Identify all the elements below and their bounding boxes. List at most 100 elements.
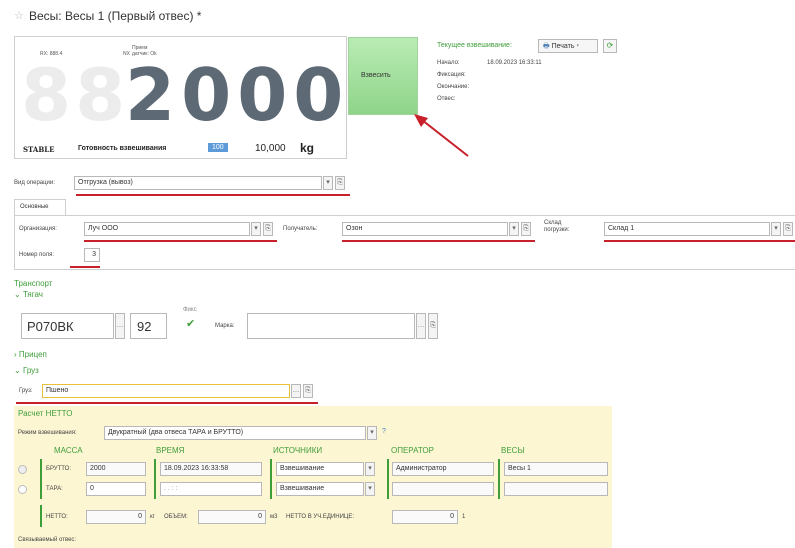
brand-label: Марка:: [215, 323, 235, 329]
brand-open-button[interactable]: ⎘: [428, 313, 438, 339]
mode-select[interactable]: Двукратный (два отвеса ТАРА и БРУТТО): [104, 426, 366, 440]
tara-scales: [504, 482, 608, 496]
scale-indicator: RX: 888.4 NX Прием датчик: Ok 88 2000 ST…: [14, 36, 347, 159]
annotation-underline-org: [84, 240, 277, 242]
org-field[interactable]: Луч ООО: [84, 222, 250, 236]
print-button[interactable]: 🖶 Печать ▾: [538, 39, 598, 53]
recipient-field[interactable]: Озон: [342, 222, 508, 236]
brand-field[interactable]: [247, 313, 415, 339]
plate-select-button[interactable]: …: [115, 313, 125, 339]
trailer-header: Прицеп: [18, 350, 47, 359]
tractor-group-toggle[interactable]: ⌄ Тягач: [14, 290, 43, 299]
operation-label: Вид операции:: [14, 180, 55, 186]
brutto-radio[interactable]: [18, 465, 27, 474]
cargo-field[interactable]: Пшено: [42, 384, 290, 398]
region-value: 92: [137, 319, 152, 334]
tara-source-dropdown[interactable]: ▾: [365, 482, 375, 496]
brutto-value[interactable]: 2000: [86, 462, 146, 476]
mode-help-icon[interactable]: ?: [382, 428, 386, 435]
tara-operator: [392, 482, 494, 496]
col-time-header: ВРЕМЯ: [156, 446, 185, 455]
org-label: Организация:: [19, 226, 57, 232]
tara-time: . . : :: [160, 482, 262, 496]
current-weighing-header: Текущее взвешивание:: [437, 42, 512, 49]
start-label: Начало:: [437, 60, 460, 66]
linked-weighing-label: Связываемый отвес:: [18, 537, 77, 543]
volume-label: ОБЪЕМ:: [164, 514, 188, 520]
warehouse-open-button[interactable]: ⎘: [783, 222, 793, 236]
weigh-button-label: Взвесить: [361, 72, 391, 79]
end-label: Окончание:: [437, 84, 470, 90]
mode-dropdown-button[interactable]: ▾: [367, 426, 377, 440]
region-field[interactable]: 92: [130, 313, 167, 339]
netto-header: Расчет НЕТТО: [18, 409, 73, 418]
mass-bracket: [40, 459, 42, 499]
fix-label: Фикс: [183, 307, 197, 313]
cargo-label: Груз:: [19, 388, 33, 394]
col-sources-header: ИСТОЧНИКИ: [273, 446, 323, 455]
sources-bracket: [270, 459, 272, 499]
volume-unit: м3: [270, 514, 278, 520]
brutto-source-dropdown[interactable]: ▾: [365, 462, 375, 476]
transport-header: Транспорт: [14, 279, 53, 288]
chevron-down-icon: ⌄: [14, 366, 21, 375]
weigh-button[interactable]: Взвесить: [348, 37, 418, 115]
window-title: Весы: Весы 1 (Первый отвес) *: [29, 9, 202, 23]
recipient-dropdown-button[interactable]: ▾: [509, 222, 519, 236]
col-operator-header: ОПЕРАТОР: [391, 446, 434, 455]
brutto-label: БРУТТО:: [46, 466, 72, 472]
plate-field[interactable]: Р070ВК: [21, 313, 114, 339]
fix-checkbox[interactable]: ✔: [186, 319, 196, 330]
netto-value: 0: [86, 510, 146, 524]
unit-netto-label: НЕТТО В УЧ.ЕДИНИЦЕ:: [286, 514, 355, 520]
brutto-source[interactable]: Взвешивание: [276, 462, 364, 476]
netto-unit: кг: [150, 514, 155, 520]
annotation-underline-cargo: [16, 402, 318, 404]
cargo-open-button[interactable]: ⎘: [303, 384, 313, 398]
operation-open-button[interactable]: ⎘: [335, 176, 345, 190]
stable-indicator: STABLE: [23, 145, 55, 154]
annotation-underline-warehouse: [604, 240, 795, 242]
brand-select-button[interactable]: …: [416, 313, 426, 339]
tara-source[interactable]: Взвешивание: [276, 482, 364, 496]
netto-bracket: [40, 505, 42, 527]
warehouse-field[interactable]: Склад 1: [604, 222, 770, 236]
weight-unit: kg: [300, 141, 315, 155]
fixation-label: Фиксация:: [437, 72, 466, 78]
cargo-group-toggle[interactable]: ⌄ Груз: [14, 366, 39, 375]
org-open-button[interactable]: ⎘: [263, 222, 273, 236]
trailer-group-toggle[interactable]: › Прицеп: [14, 350, 47, 359]
tara-value[interactable]: 0: [86, 482, 146, 496]
annotation-arrow: [414, 114, 469, 157]
capacity-value: 10,000: [255, 143, 286, 154]
recipient-label: Получатель:: [283, 226, 318, 232]
col-scales-header: ВЕСЫ: [501, 446, 525, 455]
plate-value: Р070ВК: [27, 319, 74, 334]
annotation-underline-field-number: [70, 266, 100, 268]
tab-main[interactable]: Основные: [14, 199, 66, 216]
tara-radio[interactable]: [18, 485, 27, 494]
org-dropdown-button[interactable]: ▾: [251, 222, 261, 236]
weighing-label: Отвес:: [437, 96, 456, 102]
annotation-underline-recipient: [342, 240, 535, 242]
favorite-star-icon[interactable]: ☆: [14, 9, 24, 22]
warehouse-dropdown-button[interactable]: ▾: [771, 222, 781, 236]
tara-label: ТАРА:: [46, 486, 63, 492]
mode-label: Режим взвешивания:: [18, 430, 77, 436]
unit-netto-suffix: 1: [462, 514, 466, 520]
netto-label: НЕТТО:: [46, 514, 68, 520]
operation-dropdown-button[interactable]: ▾: [323, 176, 333, 190]
unit-netto-value: 0: [392, 510, 458, 524]
recipient-open-button[interactable]: ⎘: [521, 222, 531, 236]
ready-value: 100: [208, 143, 228, 152]
operation-select[interactable]: Отгрузка (вывоз): [74, 176, 322, 190]
tractor-header: Тягач: [22, 290, 43, 299]
tab-main-label: Основные: [20, 204, 49, 210]
col-mass-header: МАССА: [54, 446, 83, 455]
refresh-button[interactable]: ⟳: [603, 39, 617, 53]
time-bracket: [154, 459, 156, 499]
field-number-input[interactable]: 3: [84, 248, 100, 262]
chevron-down-icon: ▾: [576, 43, 580, 50]
brutto-scales: Весы 1: [504, 462, 608, 476]
cargo-select-button[interactable]: …: [291, 384, 301, 398]
